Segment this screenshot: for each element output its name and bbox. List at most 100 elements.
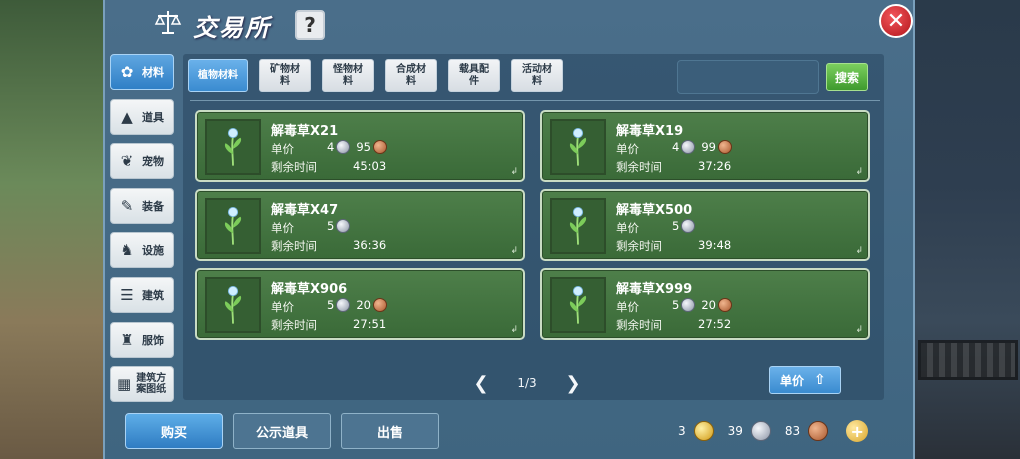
title-bar: 交易所 ? [105, 0, 913, 46]
listing-card[interactable]: 解毒草X999 单价 5 20 剩余时间 27:52 ↲ [540, 268, 870, 340]
search-input[interactable] [677, 60, 819, 94]
copper-amount: 95 [356, 140, 371, 154]
silver-coin-icon [750, 421, 771, 441]
price-label: 单价 [616, 300, 639, 314]
copper-coin-icon [372, 298, 387, 312]
tab-event-materials[interactable]: 活动材料 [511, 59, 563, 92]
close-button[interactable]: ✕ [879, 4, 913, 38]
price-value: 5 20 [672, 298, 738, 312]
antidote-herb-icon [550, 198, 606, 254]
materials-icon: ✿ [120, 63, 134, 81]
price-value: 5 20 [327, 298, 393, 312]
pagination: ❮ 1/3 ❯ [470, 372, 584, 394]
copper-amount: 83 [784, 424, 801, 438]
time-label: 剩余时间 [616, 318, 662, 332]
corner-icon: ↲ [855, 325, 863, 335]
item-name: 解毒草X21 [271, 124, 339, 139]
copper-coin-icon [808, 421, 829, 441]
sort-by-price-button[interactable]: 单价 ⇧ [769, 366, 841, 394]
sidebar-item-label: 服饰 [142, 333, 164, 347]
time-label: 剩余时间 [271, 239, 317, 253]
listing-card[interactable]: 解毒草X19 单价 4 99 剩余时间 37:26 ↲ [540, 110, 870, 182]
public-items-button[interactable]: 公示道具 [233, 413, 331, 449]
sidebar-item-blueprints[interactable]: ▦ 建筑方案图纸 [110, 366, 174, 403]
search-button[interactable]: 搜索 [826, 63, 868, 91]
listing-card[interactable]: 解毒草X21 单价 4 95 剩余时间 45:03 ↲ [195, 110, 525, 182]
price-value: 5 [327, 219, 356, 233]
blueprint-icon: ▦ [117, 375, 132, 394]
listing-card[interactable]: 解毒草X500 单价 5 剩余时间 39:48 ↲ [540, 189, 870, 261]
corner-icon: ↲ [855, 246, 863, 256]
copper-coin-icon [717, 140, 732, 154]
price-label: 单价 [616, 142, 639, 156]
time-label: 剩余时间 [271, 160, 317, 174]
silver-amount: 4 [672, 140, 680, 154]
price-value: 4 99 [672, 140, 738, 154]
sidebar-item-label: 宠物 [142, 155, 164, 169]
sidebar-item-props[interactable]: ▲ 道具 [110, 98, 174, 135]
sidebar-item-facilities[interactable]: ♞ 设施 [110, 232, 174, 269]
corner-icon: ↲ [855, 167, 863, 177]
sell-button[interactable]: 出售 [341, 413, 439, 449]
time-remaining: 27:52 [698, 317, 732, 331]
time-remaining: 37:26 [698, 159, 732, 173]
buy-button[interactable]: 购买 [125, 413, 223, 449]
time-remaining: 45:03 [353, 159, 387, 173]
next-page-icon[interactable]: ❯ [562, 372, 584, 394]
price-label: 单价 [616, 221, 639, 235]
sidebar-item-clothing[interactable]: ♜ 服饰 [110, 321, 174, 358]
decorative-pattern [918, 340, 1018, 380]
sidebar-item-pets[interactable]: ❦ 宠物 [110, 143, 174, 180]
time-remaining: 36:36 [353, 238, 387, 252]
sidebar-item-equipment[interactable]: ✎ 装备 [110, 187, 174, 224]
sidebar-item-label: 建筑方案图纸 [136, 373, 167, 396]
price-value: 5 [672, 219, 701, 233]
item-name: 解毒草X19 [616, 124, 684, 139]
gold-amount: 3 [678, 424, 686, 438]
item-name: 解毒草X500 [616, 203, 693, 218]
sidebar-item-label: 建筑 [142, 288, 164, 302]
add-currency-icon[interactable]: + [846, 420, 869, 442]
sidebar-item-label: 装备 [142, 199, 164, 213]
listing-card[interactable]: 解毒草X906 单价 5 20 剩余时间 27:51 ↲ [195, 268, 525, 340]
tab-synthetic-materials[interactable]: 合成材料 [385, 59, 437, 92]
time-label: 剩余时间 [271, 318, 317, 332]
antidote-herb-icon [550, 277, 606, 333]
clothing-icon: ♜ [120, 330, 134, 349]
sort-ascending-icon: ⇧ [814, 372, 826, 388]
help-button[interactable]: ? [295, 10, 325, 40]
scale-icon [154, 11, 182, 34]
time-remaining: 39:48 [698, 238, 732, 252]
paw-icon: ❦ [120, 152, 134, 171]
prev-page-icon[interactable]: ❮ [470, 372, 492, 394]
antidote-herb-icon [205, 119, 261, 175]
copper-amount: 20 [356, 298, 371, 312]
listing-card[interactable]: 解毒草X47 单价 5 剩余时间 36:36 ↲ [195, 189, 525, 261]
price-label: 单价 [271, 142, 294, 156]
price-label: 单价 [271, 221, 294, 235]
item-name: 解毒草X999 [616, 282, 693, 297]
tab-monster-materials[interactable]: 怪物材料 [322, 59, 374, 92]
tab-plant-materials[interactable]: 植物材料 [188, 59, 248, 92]
sidebar-item-label: 设施 [142, 244, 164, 258]
corner-icon: ↲ [510, 325, 518, 335]
silver-coin-icon [336, 219, 351, 233]
tab-mineral-materials[interactable]: 矿物材料 [259, 59, 311, 92]
silver-amount: 5 [327, 298, 335, 312]
page-title: 交易所 [193, 14, 271, 42]
silver-coin-icon [336, 298, 351, 312]
tab-vehicle-parts[interactable]: 载具配件 [448, 59, 500, 92]
building-icon: ☰ [120, 285, 134, 304]
time-label: 剩余时间 [616, 239, 662, 253]
corner-icon: ↲ [510, 167, 518, 177]
page-indicator: 1/3 [517, 376, 537, 390]
silver-coin-icon [681, 140, 696, 154]
sidebar-item-materials[interactable]: ✿ 材料 [110, 54, 174, 90]
background-scenery-right [900, 0, 1020, 459]
sidebar-item-buildings[interactable]: ☰ 建筑 [110, 276, 174, 313]
antidote-herb-icon [205, 277, 261, 333]
silver-amount: 39 [727, 424, 743, 438]
sort-label: 单价 [780, 373, 805, 388]
antidote-herb-icon [205, 198, 261, 254]
currency-wallet: 3 39 83 + [678, 420, 869, 442]
